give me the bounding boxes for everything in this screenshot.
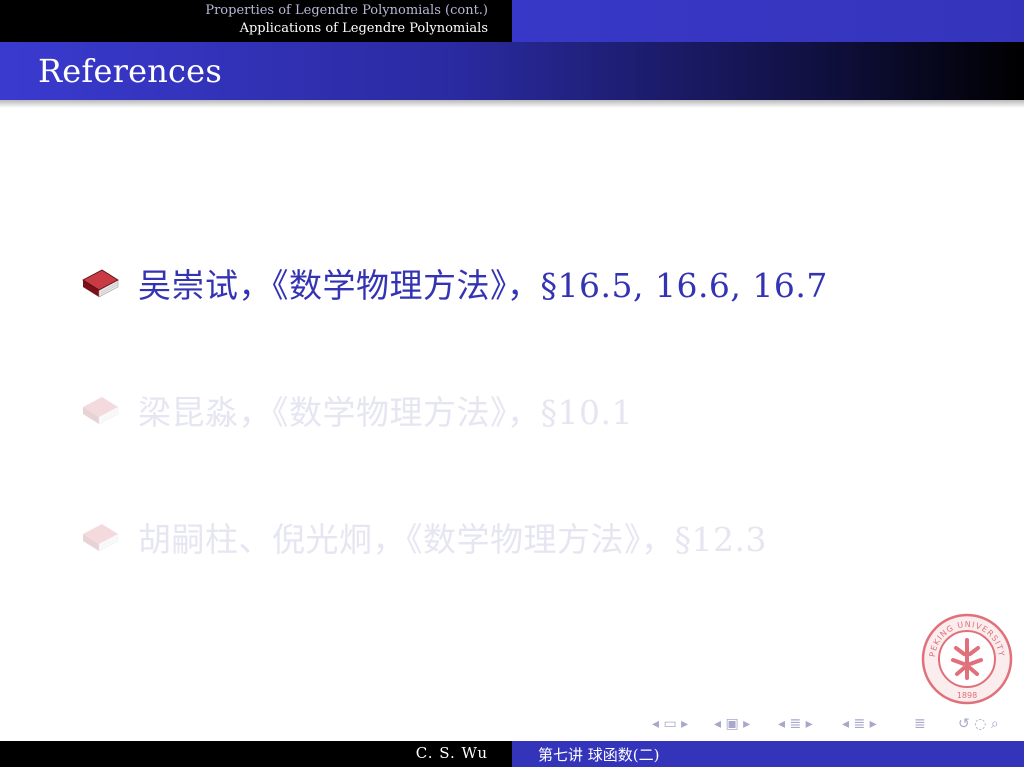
reference-text: 吴崇试，《数学物理方法》，§16.5, 16.6, 16.7 bbox=[138, 266, 828, 305]
nav-frame-icon[interactable]: ◂ ▭ ▸ bbox=[652, 716, 688, 732]
nav-section-icon[interactable]: ◂ ≣ ▸ bbox=[778, 716, 813, 732]
reference-item-2: 梁昆淼，《数学物理方法》，§10.1 bbox=[80, 382, 633, 438]
nav-subsection-icon[interactable]: ◂ ▣ ▸ bbox=[714, 716, 750, 732]
logo-year: 1898 bbox=[957, 691, 977, 700]
reference-item-3: 胡嗣柱、倪光炯，《数学物理方法》，§12.3 bbox=[80, 509, 767, 565]
header-subsection-panel bbox=[512, 0, 1024, 42]
footer-author: C. S. Wu bbox=[415, 744, 488, 762]
reference-text: 梁昆淼，《数学物理方法》，§10.1 bbox=[138, 393, 633, 432]
book-icon bbox=[82, 269, 119, 298]
header-section-panel: Properties of Legendre Polynomials (cont… bbox=[0, 0, 512, 42]
section-link-applications[interactable]: Applications of Legendre Polynomials bbox=[205, 20, 488, 38]
section-link-properties[interactable]: Properties of Legendre Polynomials (cont… bbox=[205, 2, 488, 20]
nav-toc-icon[interactable]: ≣ bbox=[914, 716, 926, 732]
navigation-symbols: ◂ ▭ ▸ ◂ ▣ ▸ ◂ ≣ ▸ ◂ ≣ ▸ ≣ ↺ ◌ ⌕ bbox=[652, 716, 1012, 736]
header-bar: Properties of Legendre Polynomials (cont… bbox=[0, 0, 1024, 42]
university-logo: PEKING UNIVERSITY 1898 bbox=[921, 613, 1013, 705]
nav-search-icon[interactable]: ↺ ◌ ⌕ bbox=[958, 716, 999, 732]
title-shadow bbox=[0, 100, 1024, 108]
footer-bar: C. S. Wu 第七讲 球函数(二) bbox=[0, 741, 1024, 767]
frame-title-bar: References bbox=[0, 42, 1024, 100]
nav-document-icon[interactable]: ◂ ≣ ▸ bbox=[842, 716, 877, 732]
reference-item-1: 吴崇试，《数学物理方法》，§16.5, 16.6, 16.7 bbox=[80, 255, 828, 311]
frame-title: References bbox=[38, 52, 222, 90]
footer-title: 第七讲 球函数(二) bbox=[538, 746, 660, 764]
book-icon bbox=[83, 397, 119, 425]
section-navigation: Properties of Legendre Polynomials (cont… bbox=[205, 2, 488, 38]
reference-text: 胡嗣柱、倪光炯，《数学物理方法》，§12.3 bbox=[138, 520, 767, 559]
book-icon bbox=[83, 524, 119, 552]
footer-author-panel: C. S. Wu bbox=[0, 741, 512, 767]
footer-title-panel: 第七讲 球函数(二) bbox=[512, 741, 1024, 767]
slide: Properties of Legendre Polynomials (cont… bbox=[0, 0, 1024, 767]
